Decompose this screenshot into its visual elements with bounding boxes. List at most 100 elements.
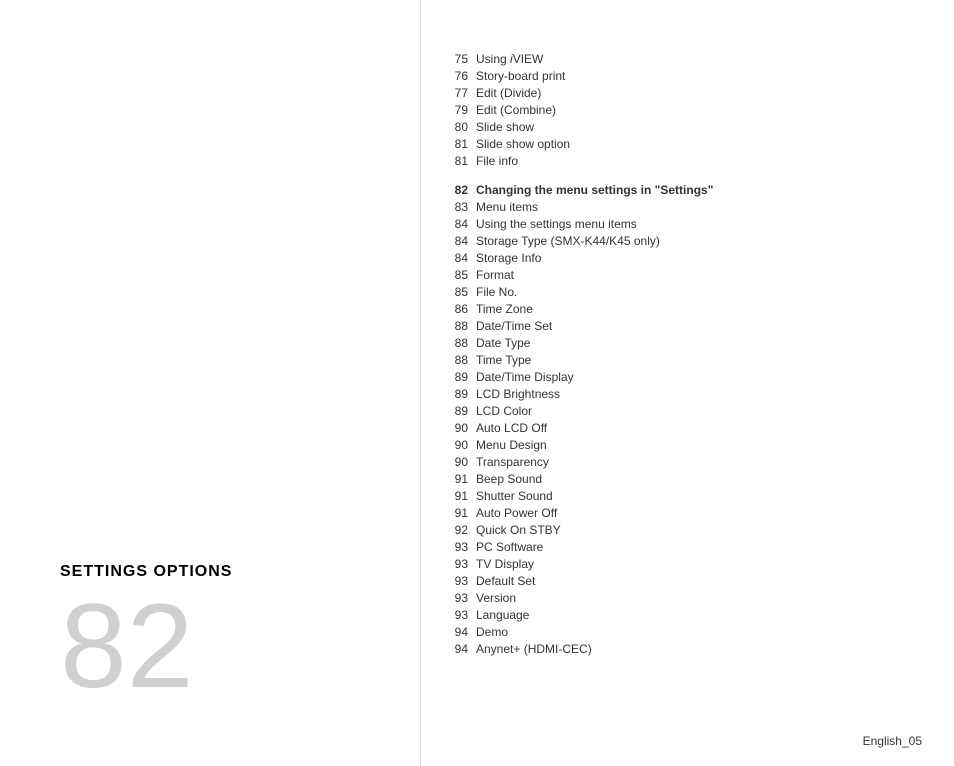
toc-row: 93TV Display [440,555,914,572]
toc-text: Using iVIEW [476,50,914,67]
toc-text: Time Type [476,351,914,368]
toc-text: Demo [476,623,914,640]
toc-num: 88 [440,317,476,334]
toc-num: 84 [440,249,476,266]
toc-row: 85File No. [440,283,914,300]
toc-text: Date/Time Display [476,368,914,385]
toc-row: 76Story-board print [440,67,914,84]
toc-num: 90 [440,419,476,436]
toc-text: Changing the menu settings in "Settings" [476,181,914,198]
toc-row: 85Format [440,266,914,283]
toc-row: 81File info [440,152,914,169]
toc-num: 90 [440,436,476,453]
toc-row: 82Changing the menu settings in "Setting… [440,181,914,198]
toc-num: 94 [440,623,476,640]
toc-text: PC Software [476,538,914,555]
toc-row: 75Using iVIEW [440,50,914,67]
toc-num: 85 [440,283,476,300]
footer: English_05 [863,734,922,748]
toc-row: 77Edit (Divide) [440,84,914,101]
toc-num: 88 [440,351,476,368]
toc-top: 75Using iVIEW76Story-board print77Edit (… [440,50,914,169]
toc-num: 89 [440,402,476,419]
toc-row: 93Language [440,606,914,623]
spacer [440,169,914,181]
toc-row: 88Date/Time Set [440,317,914,334]
toc-row: 94Anynet+ (HDMI-CEC) [440,640,914,657]
toc-text: Time Zone [476,300,914,317]
toc-num: 91 [440,504,476,521]
toc-num: 81 [440,152,476,169]
toc-text: Slide show [476,118,914,135]
toc-num: 83 [440,198,476,215]
toc-text: Anynet+ (HDMI-CEC) [476,640,914,657]
toc-row: 81Slide show option [440,135,914,152]
toc-text: Version [476,589,914,606]
toc-row: 92Quick On STBY [440,521,914,538]
toc-num: 90 [440,453,476,470]
toc-num: 75 [440,50,476,67]
toc-num: 84 [440,215,476,232]
toc-num: 93 [440,538,476,555]
toc-row: 88Date Type [440,334,914,351]
toc-row: 93PC Software [440,538,914,555]
toc-row: 93Version [440,589,914,606]
toc-text: Auto LCD Off [476,419,914,436]
toc-text: Story-board print [476,67,914,84]
toc-num: 77 [440,84,476,101]
toc-num: 89 [440,368,476,385]
toc-text: Edit (Divide) [476,84,914,101]
toc-text: Auto Power Off [476,504,914,521]
toc-num: 76 [440,67,476,84]
toc-text: File info [476,152,914,169]
toc-row: 86Time Zone [440,300,914,317]
toc-num: 84 [440,232,476,249]
toc-num: 85 [440,266,476,283]
toc-row: 79Edit (Combine) [440,101,914,118]
toc-row: 91Shutter Sound [440,487,914,504]
toc-row: 80Slide show [440,118,914,135]
toc-num: 93 [440,589,476,606]
toc-row: 84Using the settings menu items [440,215,914,232]
toc-row: 84Storage Info [440,249,914,266]
toc-text: Slide show option [476,135,914,152]
toc-num: 89 [440,385,476,402]
toc-num: 93 [440,555,476,572]
toc-num: 92 [440,521,476,538]
toc-num: 81 [440,135,476,152]
toc-row: 91Auto Power Off [440,504,914,521]
toc-text: Default Set [476,572,914,589]
toc-text: Format [476,266,914,283]
toc-main: 82Changing the menu settings in "Setting… [440,181,914,657]
toc-text: Language [476,606,914,623]
toc-row: 84Storage Type (SMX-K44/K45 only) [440,232,914,249]
toc-text: Quick On STBY [476,521,914,538]
toc-row: 90Transparency [440,453,914,470]
toc-text: Menu items [476,198,914,215]
toc-row: 89LCD Brightness [440,385,914,402]
page-container: SETTINGS OPTIONS 82 75Using iVIEW76Story… [0,0,954,766]
toc-num: 80 [440,118,476,135]
big-number: 82 [60,586,420,706]
toc-num: 91 [440,487,476,504]
left-panel: SETTINGS OPTIONS 82 [0,0,420,766]
toc-text: LCD Brightness [476,385,914,402]
toc-row: 90Auto LCD Off [440,419,914,436]
toc-text: Storage Info [476,249,914,266]
footer-text: English_05 [863,734,922,748]
toc-num: 93 [440,606,476,623]
toc-row: 93Default Set [440,572,914,589]
toc-text: TV Display [476,555,914,572]
toc-text: Beep Sound [476,470,914,487]
toc-text: Transparency [476,453,914,470]
toc-row: 90Menu Design [440,436,914,453]
toc-text: Edit (Combine) [476,101,914,118]
toc-text: Menu Design [476,436,914,453]
toc-text: File No. [476,283,914,300]
toc-row: 83Menu items [440,198,914,215]
toc-num: 91 [440,470,476,487]
toc-num: 88 [440,334,476,351]
toc-row: 88Time Type [440,351,914,368]
toc-num: 86 [440,300,476,317]
toc-row: 94Demo [440,623,914,640]
